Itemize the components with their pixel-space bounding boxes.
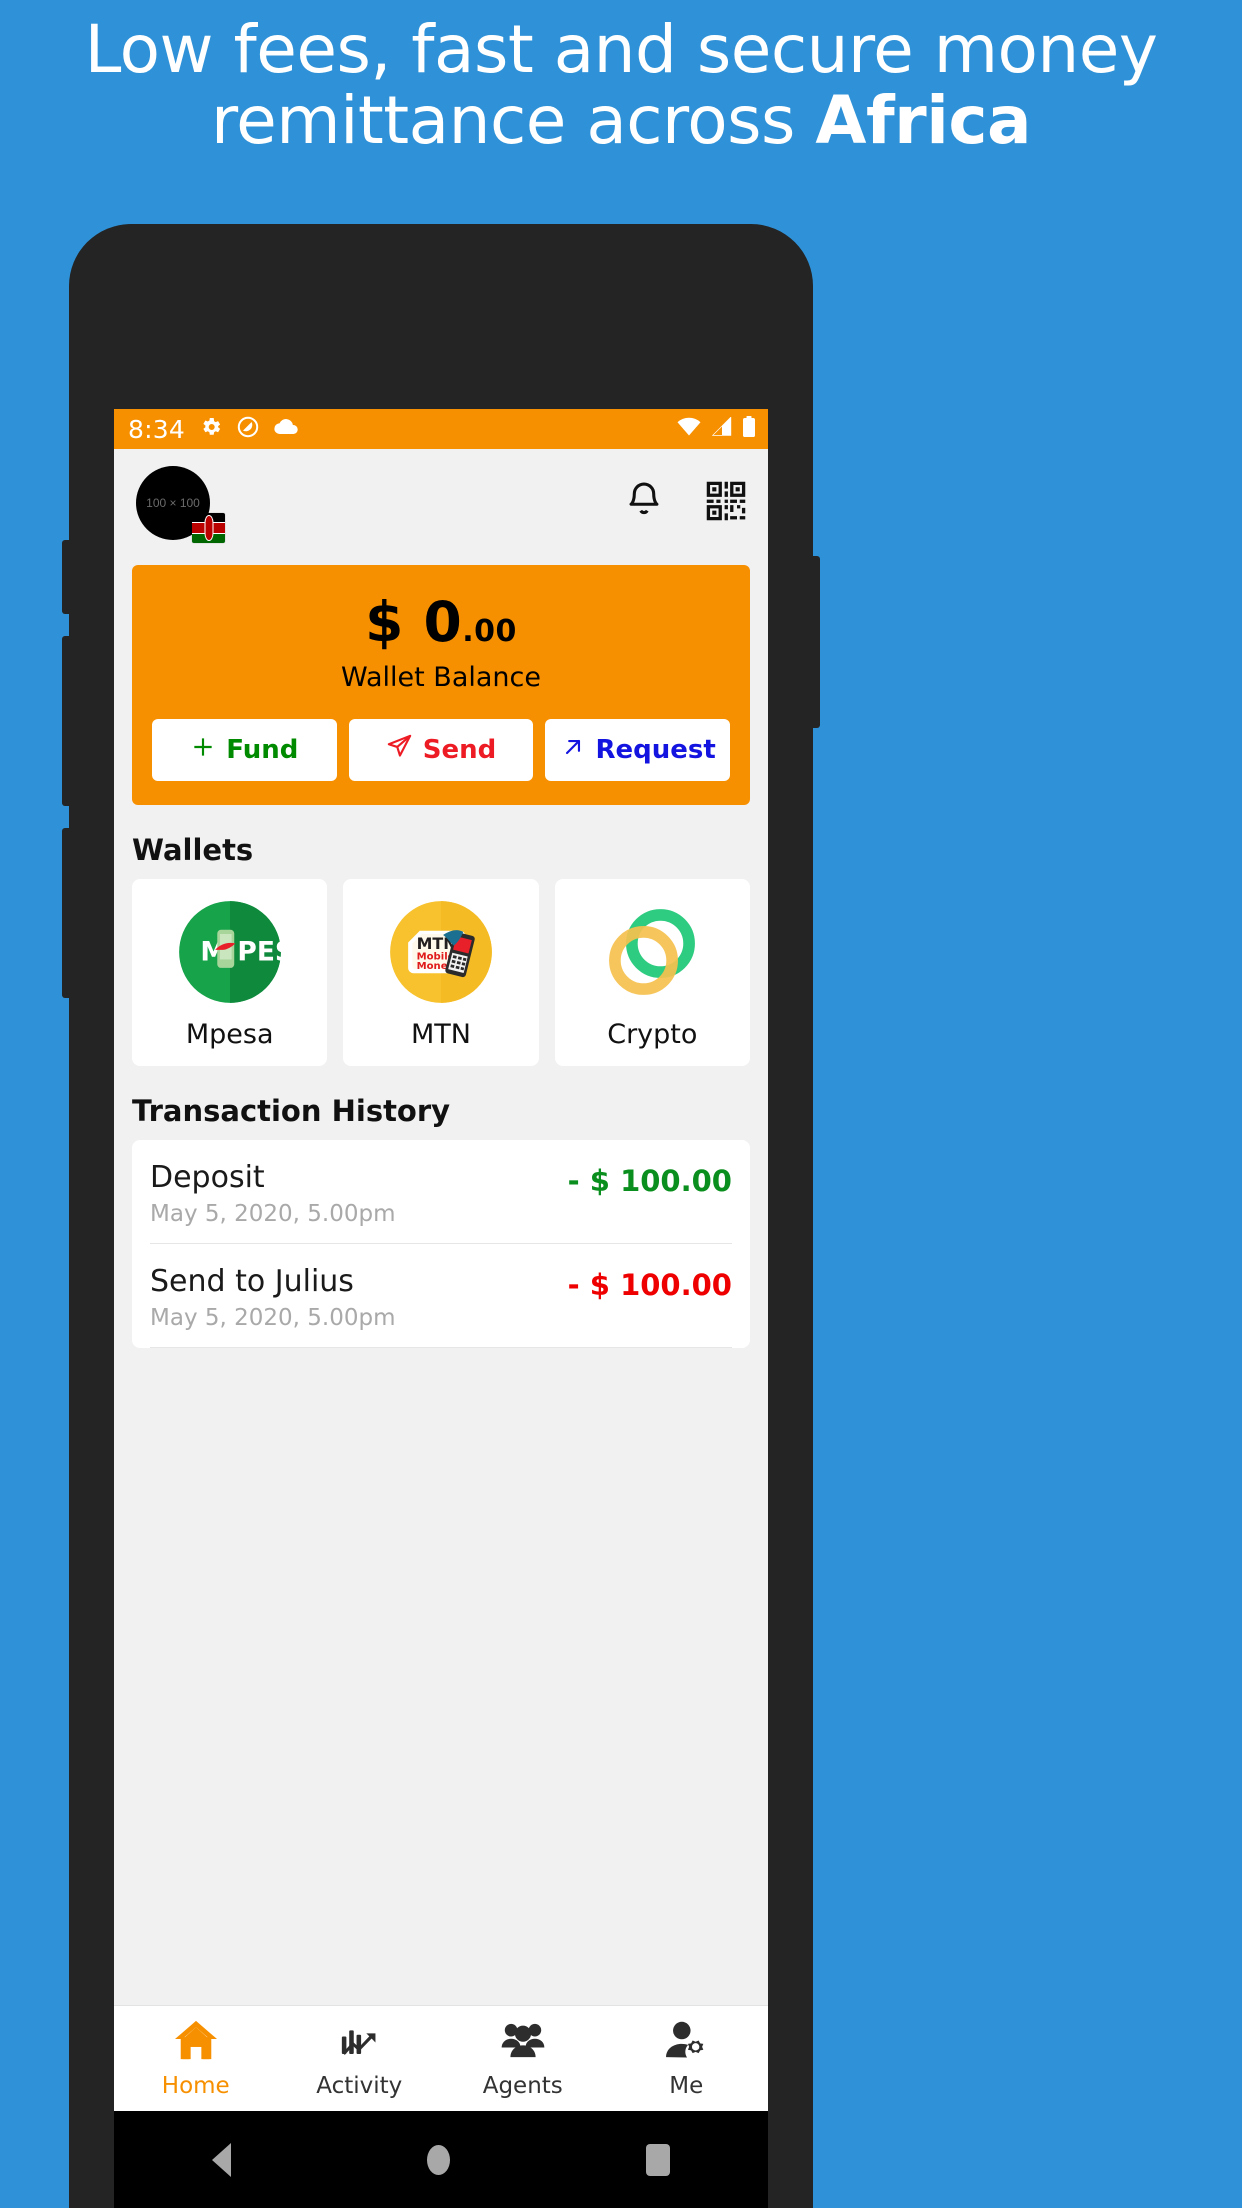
- plus-icon: [190, 734, 216, 767]
- kenya-flag-icon: [192, 513, 225, 543]
- nav-item-agents[interactable]: Agents: [441, 2019, 605, 2099]
- wallet-name-mtn: MTN: [410, 1019, 471, 1050]
- phone-power-button: [811, 556, 820, 728]
- transaction-info: Send to Julius May 5, 2020, 5.00pm: [150, 1264, 396, 1331]
- wallets-row: M PESA Mpesa MTN: [132, 879, 750, 1066]
- transaction-title: Send to Julius: [150, 1264, 354, 1299]
- flag-shield: [204, 515, 213, 541]
- fund-button-label: Fund: [226, 735, 299, 765]
- nav-label-agents: Agents: [482, 2072, 563, 2099]
- mpesa-logo-icon: M PESA: [177, 899, 315, 1005]
- android-navigation-bar: [114, 2111, 768, 2208]
- nav-label-me: Me: [669, 2072, 704, 2099]
- nav-item-me[interactable]: Me: [605, 2019, 769, 2099]
- request-button-label: Request: [595, 735, 716, 765]
- balance-amount: $ 0.00: [152, 595, 730, 650]
- request-button[interactable]: Request: [545, 719, 731, 781]
- table-row[interactable]: Send to Julius May 5, 2020, 5.00pm - $ 1…: [150, 1244, 732, 1348]
- balance-cents: .00: [462, 614, 517, 649]
- wallet-name-crypto: Crypto: [607, 1019, 698, 1050]
- wallets-section-title: Wallets: [132, 833, 254, 867]
- recents-square-icon[interactable]: [646, 2143, 670, 2176]
- phone-side-button-1: [62, 540, 71, 614]
- paper-plane-icon: [386, 733, 413, 767]
- back-triangle-icon[interactable]: [212, 2142, 231, 2177]
- wallet-card-mpesa[interactable]: M PESA Mpesa: [132, 879, 328, 1066]
- send-button[interactable]: Send: [348, 719, 534, 781]
- balance-whole: 0: [423, 590, 463, 654]
- main-content: $ 0.00 Wallet Balance Fund Send Request …: [114, 557, 768, 2005]
- promo-line-2-prefix: remittance across: [211, 82, 816, 160]
- transactions-section-title: Transaction History: [132, 1094, 451, 1128]
- person-gear-icon: [663, 2019, 709, 2066]
- balance-currency: $: [365, 590, 404, 654]
- fund-button[interactable]: Fund: [152, 719, 337, 781]
- status-bar-time: 8:34: [128, 414, 185, 444]
- do-not-disturb-icon: [236, 415, 260, 444]
- transaction-info: Deposit May 5, 2020, 5.00pm: [150, 1160, 396, 1227]
- nav-item-home[interactable]: Home: [114, 2019, 278, 2099]
- phone-side-button-2: [62, 636, 71, 806]
- nav-item-activity[interactable]: Activity: [278, 2019, 442, 2099]
- promo-line-2-bold: Africa: [815, 82, 1031, 160]
- balance-label: Wallet Balance: [341, 662, 541, 693]
- send-button-label: Send: [422, 735, 497, 765]
- status-bar-right-icons: [677, 415, 756, 443]
- transaction-amount: - $ 100.00: [567, 1164, 732, 1198]
- table-row[interactable]: Deposit May 5, 2020, 5.00pm - $ 100.00: [150, 1140, 732, 1244]
- cloud-icon: [273, 417, 299, 442]
- nav-label-activity: Activity: [316, 2072, 403, 2099]
- promo-line-1: Low fees, fast and secure money: [84, 11, 1158, 88]
- activity-chart-icon: [338, 2019, 380, 2066]
- status-bar-left-icons: [199, 415, 299, 444]
- signal-icon: [711, 416, 732, 441]
- wallet-balance-card: $ 0.00 Wallet Balance Fund Send Request: [132, 565, 750, 805]
- nav-label-home: Home: [161, 2072, 230, 2099]
- bottom-navigation: Home Activity Agents Me: [114, 2005, 768, 2111]
- transaction-list: Deposit May 5, 2020, 5.00pm - $ 100.00 S…: [132, 1140, 750, 1348]
- people-group-icon: [500, 2019, 546, 2066]
- bell-icon[interactable]: [624, 480, 664, 527]
- status-bar: 8:34: [114, 409, 768, 449]
- battery-icon: [742, 415, 756, 443]
- gear-icon: [199, 415, 223, 444]
- transaction-date: May 5, 2020, 5.00pm: [150, 1201, 396, 1227]
- mtn-momo-logo-icon: MTN Mobile Money: [388, 899, 494, 1005]
- app-bar: 100 × 100: [114, 449, 768, 557]
- promo-headline: Low fees, fast and secure money remittan…: [0, 14, 1242, 157]
- arrow-up-right-icon: [560, 734, 586, 767]
- app-bar-actions: [624, 479, 748, 528]
- wallet-card-crypto[interactable]: Crypto: [554, 879, 750, 1066]
- wallet-card-mtn[interactable]: MTN Mobile Money MTN: [343, 879, 539, 1066]
- phone-screen: 8:34 100 × 100 $ 0.00 Wallet Balance Fun…: [114, 409, 768, 2111]
- qr-code-icon[interactable]: [704, 479, 748, 528]
- home-icon: [173, 2019, 219, 2066]
- avatar[interactable]: 100 × 100: [136, 466, 225, 543]
- transaction-title: Deposit: [150, 1160, 265, 1195]
- wallet-name-mpesa: Mpesa: [185, 1019, 274, 1050]
- transaction-amount: - $ 100.00: [567, 1268, 732, 1302]
- crypto-rings-logo-icon: [599, 899, 705, 1005]
- wifi-icon: [677, 417, 701, 441]
- promo-line-2: remittance across Africa: [40, 85, 1202, 156]
- phone-side-button-3: [62, 828, 71, 998]
- transaction-date: May 5, 2020, 5.00pm: [150, 1305, 396, 1331]
- svg-text:PESA: PESA: [237, 936, 283, 967]
- balance-action-row: Fund Send Request: [152, 719, 731, 781]
- home-circle-icon[interactable]: [427, 2144, 450, 2175]
